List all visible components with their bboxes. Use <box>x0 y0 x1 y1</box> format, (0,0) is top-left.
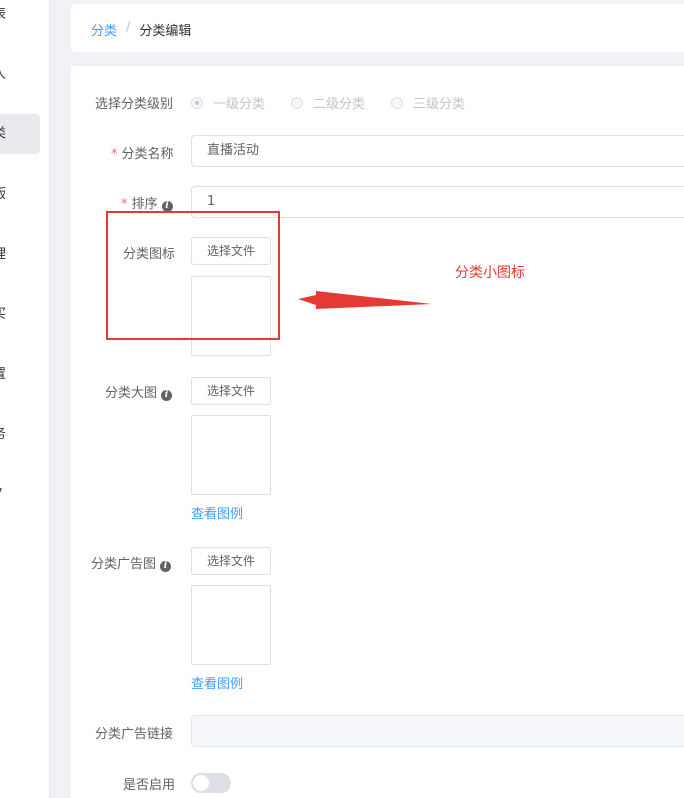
radio-dot <box>291 96 303 109</box>
breadcrumb-card: 分类 / 分类编辑 <box>71 4 684 52</box>
form-card <box>71 66 684 798</box>
radio-label: 一级分类 <box>213 97 266 112</box>
level-label: 选择分类级别 <box>95 97 174 112</box>
ad-image-label: 分类广告图 i <box>91 553 172 572</box>
sidebar-item-label: 表 <box>0 0 6 35</box>
sidebar-item-7[interactable]: 务 <box>0 415 40 455</box>
name-label: * 分类名称 <box>111 143 174 162</box>
sort-label-text: 排序 <box>131 197 158 212</box>
required-mark: * <box>111 147 118 162</box>
ad-link-input[interactable] <box>191 715 684 747</box>
big-image-label-text: 分类大图 <box>105 386 158 401</box>
sidebar-item-label: 务 <box>0 415 6 455</box>
sidebar-item-label: V <box>0 475 2 515</box>
sidebar-item-4[interactable]: 理 <box>0 235 40 275</box>
breadcrumb-current: 分类编辑 <box>139 24 192 39</box>
ad-image-example-link[interactable]: 查看图例 <box>191 673 243 692</box>
big-image-example-link[interactable]: 查看图例 <box>191 503 243 522</box>
sort-label: * 排序 i <box>121 193 173 212</box>
big-image-label: 分类大图 i <box>105 382 173 401</box>
sidebar-item-label: 买 <box>0 295 6 335</box>
sidebar-item-label: 人 <box>0 55 6 95</box>
ad-image-choose-file-button[interactable]: 选择文件 <box>191 547 271 575</box>
sidebar-item-label: 版 <box>0 175 6 215</box>
radio-level-1[interactable]: 一级分类 <box>191 93 265 112</box>
enabled-switch[interactable] <box>191 773 231 793</box>
radio-label: 二级分类 <box>313 97 366 112</box>
enabled-label: 是否启用 <box>123 778 176 793</box>
sidebar-item-0[interactable]: 表 <box>0 0 40 35</box>
annotation-text: 分类小图标 <box>455 265 525 281</box>
breadcrumb-link-category[interactable]: 分类 <box>91 20 117 39</box>
sidebar-item-2[interactable]: 类 <box>0 114 40 154</box>
breadcrumb-separator: / <box>126 20 131 35</box>
radio-dot-checked <box>191 96 203 109</box>
breadcrumb: 分类 / 分类编辑 <box>91 20 191 39</box>
radio-label: 三级分类 <box>413 97 466 112</box>
radio-level-2[interactable]: 二级分类 <box>291 93 365 112</box>
name-label-text: 分类名称 <box>121 147 174 162</box>
radio-level-3[interactable]: 三级分类 <box>391 93 465 112</box>
ad-image-label-text: 分类广告图 <box>91 557 157 572</box>
name-input[interactable]: 直播活动 <box>191 135 684 167</box>
sidebar-item-5[interactable]: 买 <box>0 295 40 335</box>
annotation-highlight-box <box>106 211 280 340</box>
sidebar-item-label: 理 <box>0 235 6 275</box>
big-image-preview <box>191 415 271 495</box>
sidebar: 表 人 类 版 理 买 置 务 V <box>0 0 50 798</box>
sidebar-item-6[interactable]: 置 <box>0 355 40 395</box>
ad-link-label: 分类广告链接 <box>95 727 174 742</box>
required-mark: * <box>121 197 128 212</box>
sidebar-item-label: 类 <box>0 114 6 154</box>
info-icon: i <box>161 390 173 401</box>
sidebar-item-label: 置 <box>0 355 6 395</box>
sidebar-item-1[interactable]: 人 <box>0 55 40 95</box>
big-image-choose-file-button[interactable]: 选择文件 <box>191 377 271 405</box>
info-icon: i <box>160 561 172 572</box>
sidebar-item-8[interactable]: V <box>0 475 40 515</box>
radio-dot <box>391 96 403 109</box>
ad-image-preview <box>191 585 271 665</box>
sidebar-item-3[interactable]: 版 <box>0 175 40 215</box>
